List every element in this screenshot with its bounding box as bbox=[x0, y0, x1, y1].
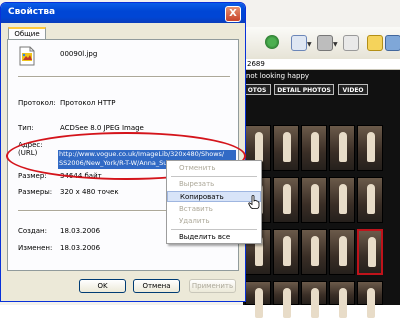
menu-item-delete[interactable]: Удалить bbox=[167, 216, 261, 227]
browser-toolbar: ▼ ▼ bbox=[243, 27, 400, 60]
thumbnail-selected[interactable] bbox=[357, 229, 383, 275]
tab-detail-photos[interactable]: DETAIL PHOTOS bbox=[274, 84, 334, 95]
refresh-icon[interactable] bbox=[265, 35, 279, 49]
menu-separator bbox=[171, 229, 257, 230]
menu-item-cut[interactable]: Вырезать bbox=[167, 179, 261, 190]
mail-icon[interactable] bbox=[291, 35, 307, 51]
thumbnail[interactable] bbox=[357, 177, 383, 223]
thumbnail[interactable] bbox=[273, 281, 299, 318]
menu-item-undo[interactable]: Отменить bbox=[167, 163, 261, 174]
thumbnail[interactable] bbox=[357, 281, 383, 318]
properties-dialog: Свойства X Общие 00090l.jpg Протокол: Пр… bbox=[0, 2, 246, 302]
created-label: Создан: bbox=[18, 227, 47, 235]
thumbnail[interactable] bbox=[329, 125, 355, 171]
jpeg-file-icon bbox=[19, 46, 35, 66]
created-value: 18.03.2006 bbox=[60, 227, 101, 235]
divider bbox=[18, 76, 230, 78]
thumbnail[interactable] bbox=[301, 229, 327, 275]
type-label: Тип: bbox=[18, 124, 34, 132]
protocol-label: Протокол: bbox=[18, 99, 56, 107]
thumbnail[interactable] bbox=[329, 281, 355, 318]
print-dropdown-icon[interactable]: ▼ bbox=[333, 41, 338, 48]
protocol-value: Протокол HTTP bbox=[60, 99, 116, 107]
thumbnail[interactable] bbox=[301, 125, 327, 171]
file-name: 00090l.jpg bbox=[60, 50, 98, 58]
thumbnail[interactable] bbox=[301, 281, 327, 318]
size-value: 34644 байт bbox=[60, 172, 102, 180]
extra-toolbar-icon[interactable] bbox=[385, 35, 400, 51]
close-button[interactable]: X bbox=[225, 6, 241, 22]
thumbnail[interactable] bbox=[329, 177, 355, 223]
thumbnail[interactable] bbox=[273, 177, 299, 223]
ok-button[interactable]: OK bbox=[79, 279, 126, 293]
address-label: Адрес: bbox=[18, 141, 43, 149]
page-tabs: OTOS DETAIL PHOTOS VIDEO bbox=[243, 84, 400, 96]
address-bar[interactable]: 2689 bbox=[243, 59, 400, 70]
apply-button[interactable]: Применить bbox=[189, 279, 236, 293]
thumbnail[interactable] bbox=[301, 177, 327, 223]
dimensions-value: 320 x 480 точек bbox=[60, 188, 119, 196]
hand-cursor-icon bbox=[248, 195, 260, 209]
address-url-line-1: http://www.vogue.co.uk/ImageLib/320x480/… bbox=[59, 150, 225, 158]
dialog-titlebar[interactable]: Свойства X bbox=[1, 3, 245, 23]
menu-separator bbox=[171, 176, 257, 177]
folder-icon[interactable] bbox=[367, 35, 383, 51]
thumbnail[interactable] bbox=[273, 229, 299, 275]
modified-value: 18.03.2006 bbox=[60, 244, 101, 252]
size-label: Размер: bbox=[18, 172, 47, 180]
menu-item-select-all[interactable]: Выделить все bbox=[167, 232, 261, 243]
thumbnail[interactable] bbox=[329, 229, 355, 275]
thumbnail[interactable] bbox=[245, 281, 271, 318]
dimensions-label: Размеры: bbox=[18, 188, 53, 196]
address-url-label: (URL) bbox=[18, 149, 38, 157]
dialog-title: Свойства bbox=[8, 7, 56, 17]
print-icon[interactable] bbox=[317, 35, 333, 51]
mail-dropdown-icon[interactable]: ▼ bbox=[307, 41, 312, 48]
web-page: not looking happy OTOS DETAIL PHOTOS VID… bbox=[243, 70, 400, 318]
thumbnail[interactable] bbox=[273, 125, 299, 171]
edit-icon[interactable] bbox=[343, 35, 359, 51]
cancel-button[interactable]: Отмена bbox=[133, 279, 180, 293]
page-headline: not looking happy bbox=[246, 72, 310, 80]
menu-item-paste[interactable]: Вставить bbox=[167, 204, 261, 215]
menu-item-copy[interactable]: Копировать bbox=[167, 191, 261, 202]
modified-label: Изменен: bbox=[18, 244, 53, 252]
tab-photos[interactable]: OTOS bbox=[243, 84, 271, 95]
type-value: ACDSee 8.0 JPEG Image bbox=[60, 124, 144, 132]
thumbnail[interactable] bbox=[357, 125, 383, 171]
tab-video[interactable]: VIDEO bbox=[338, 84, 368, 95]
thumbnail-grid bbox=[243, 115, 400, 318]
